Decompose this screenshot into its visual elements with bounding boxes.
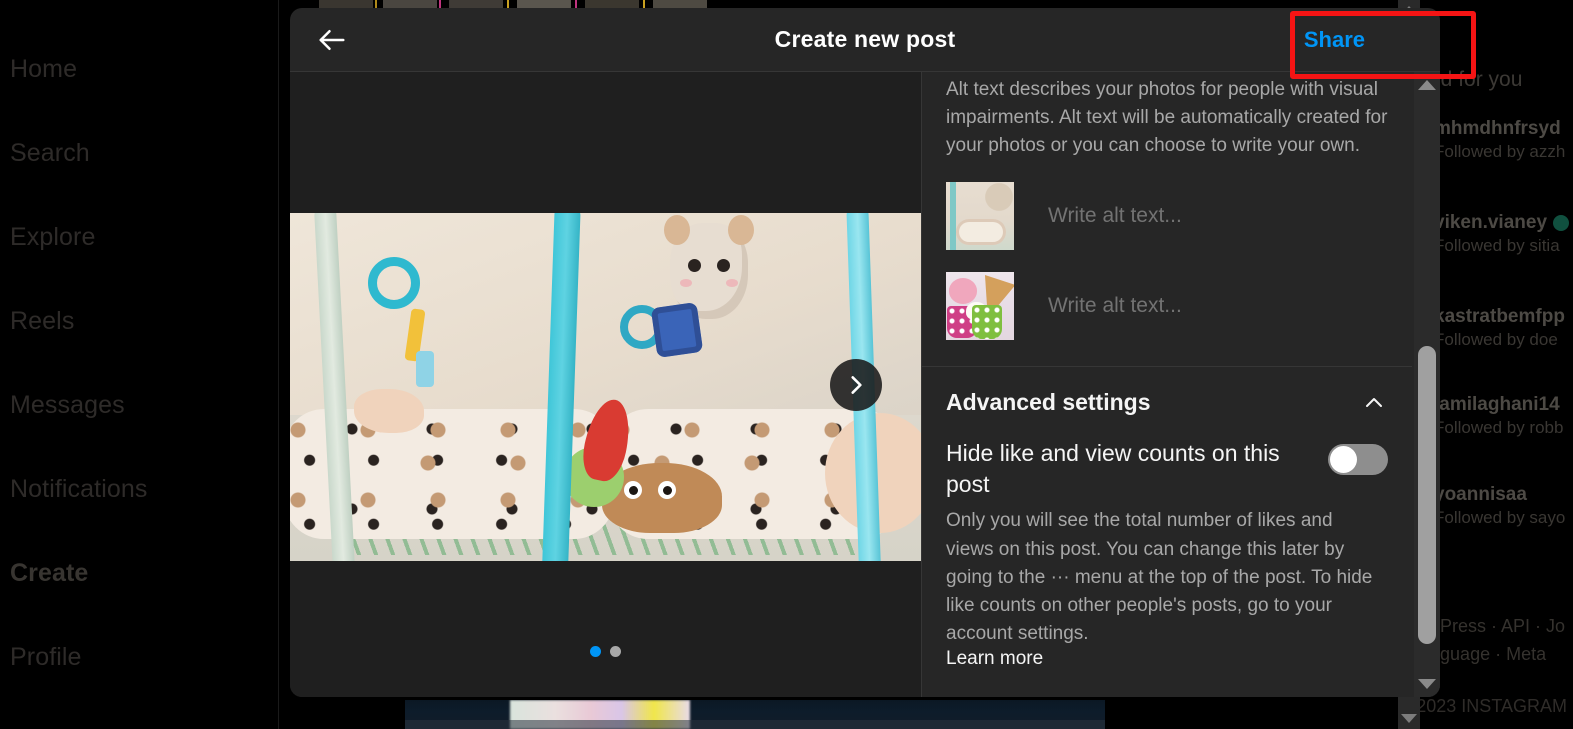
page-title: Create new post <box>774 26 956 52</box>
instagram-create-post-screen: Home Search Explore Reels Messages Notif… <box>0 0 1573 729</box>
suggestion-subtitle: Followed by azzh <box>1434 142 1566 161</box>
alt-text-description: Alt text describes your photos for peopl… <box>946 79 1388 157</box>
verified-badge-icon <box>1553 214 1570 231</box>
option-label: Hide like and view counts on this post <box>946 440 1280 497</box>
toggle-knob <box>1330 446 1357 474</box>
sidebar-item-home[interactable]: Home <box>10 55 77 84</box>
carousel-dot-2[interactable] <box>610 646 621 657</box>
sidebar-item-profile[interactable]: Profile <box>10 643 82 672</box>
suggestion-item[interactable]: jamilaghani14 Followed by robb <box>1434 394 1563 438</box>
create-post-modal: Create new post Share Alt text describes… <box>290 8 1440 697</box>
suggestion-subtitle: Followed by doe <box>1434 330 1558 349</box>
carousel-next-button[interactable] <box>830 358 882 411</box>
modal-body: Alt text describes your photos for peopl… <box>290 72 1440 697</box>
arrow-left-icon <box>319 29 345 50</box>
option-turn-off-commenting: Turn off commenting <box>946 670 1388 697</box>
suggestion-item[interactable]: viken.vianey Followed by sitia <box>1434 212 1570 256</box>
settings-scroll-up-arrow-icon[interactable] <box>1418 80 1436 90</box>
back-button[interactable] <box>314 22 350 58</box>
sidebar: Home Search Explore Reels Messages Notif… <box>0 0 279 729</box>
alt-text-row <box>946 272 1388 341</box>
suggestion-item[interactable]: yoannisaa Followed by sayo <box>1434 484 1565 528</box>
footer-links-line2[interactable]: Language · Meta <box>1420 641 1565 669</box>
sidebar-item-reels[interactable]: Reels <box>10 307 74 336</box>
alt-text-row <box>946 182 1388 251</box>
settings-scroll-down-arrow-icon[interactable] <box>1418 679 1436 689</box>
alt-text-input-1[interactable] <box>1048 204 1388 229</box>
media-preview-pane <box>290 72 921 697</box>
alt-thumbnail-icecream[interactable] <box>946 272 1014 341</box>
suggestion-subtitle: Followed by robb <box>1434 418 1564 437</box>
sidebar-item-create[interactable]: Create <box>10 559 88 588</box>
sidebar-item-explore[interactable]: Explore <box>10 223 95 252</box>
carousel-dot-1[interactable] <box>590 646 601 657</box>
suggested-for-you-panel: ed for you mhmdhnfrsyd Followed by azzh … <box>1420 0 1573 729</box>
suggestion-username: yoannisaa <box>1434 484 1527 505</box>
option-hide-like-counts: Hide like and view counts on this post <box>946 422 1388 499</box>
suggestion-subtitle: Followed by sayo <box>1434 508 1566 527</box>
learn-more-link[interactable]: Learn more <box>946 648 1043 670</box>
hide-like-counts-toggle[interactable] <box>1328 444 1388 476</box>
suggestion-username: jamilaghani14 <box>1434 394 1560 415</box>
chevron-up-icon[interactable] <box>1362 391 1386 415</box>
settings-scrollbar[interactable] <box>1414 72 1440 697</box>
suggestion-item[interactable]: mhmdhnfrsyd Followed by azzh <box>1434 118 1565 162</box>
alt-text-input-2[interactable] <box>1048 294 1388 319</box>
share-button[interactable]: Share <box>1296 23 1373 57</box>
suggestion-subtitle: Followed by sitia <box>1434 236 1560 255</box>
scroll-down-arrow-icon[interactable] <box>1401 714 1417 723</box>
sidebar-item-messages[interactable]: Messages <box>10 391 125 420</box>
chevron-right-icon <box>851 375 862 394</box>
footer-links[interactable]: lp · Press · API · Jo Language · Meta <box>1420 613 1565 669</box>
option-description: Only you will see the total number of li… <box>946 510 1373 644</box>
post-settings-pane: Alt text describes your photos for peopl… <box>921 72 1440 697</box>
settings-scrollbar-thumb[interactable] <box>1418 346 1436 644</box>
settings-scroll-content: Alt text describes your photos for peopl… <box>922 72 1414 697</box>
sidebar-item-search[interactable]: Search <box>10 139 90 168</box>
post-image-preview <box>290 213 921 561</box>
sidebar-item-notifications[interactable]: Notifications <box>10 475 147 504</box>
suggested-title: ed for you <box>1429 68 1523 91</box>
background-feed-photo <box>405 700 1105 729</box>
footer-links-line1[interactable]: lp · Press · API · Jo <box>1420 613 1565 641</box>
advanced-settings-title: Advanced settings <box>946 389 1151 416</box>
alt-thumbnail-baby[interactable] <box>946 182 1014 251</box>
suggestion-username: viken.vianey <box>1434 212 1570 234</box>
suggestion-username: kastratbemfpp <box>1434 306 1565 327</box>
modal-header: Create new post Share <box>290 8 1440 72</box>
suggestion-username: mhmdhnfrsyd <box>1434 118 1561 139</box>
carousel-dots <box>290 646 921 657</box>
footer-copyright: © 2023 INSTAGRAM FROM <box>1420 696 1573 716</box>
advanced-settings-header[interactable]: Advanced settings <box>946 367 1388 422</box>
suggestion-item[interactable]: kastratbemfpp Followed by doe <box>1434 306 1565 350</box>
